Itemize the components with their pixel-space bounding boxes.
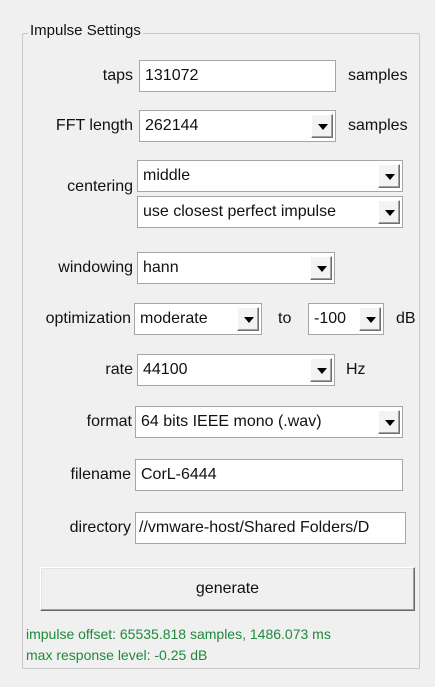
format-select[interactable]: 64 bits IEEE mono (.wav)	[135, 406, 403, 438]
rate-value: 44100	[143, 361, 188, 378]
optimization-label: optimization	[45, 310, 131, 327]
chevron-down-icon[interactable]	[378, 200, 400, 224]
optimization-value: moderate	[140, 310, 208, 327]
fft-length-label: FFT length	[55, 117, 133, 134]
chevron-down-icon[interactable]	[310, 256, 332, 280]
optimization-to-label: to	[278, 310, 292, 327]
centering-label: centering	[67, 178, 133, 195]
centering-value: middle	[143, 167, 191, 184]
chevron-down-icon[interactable]	[359, 307, 381, 331]
rate-select[interactable]: 44100	[137, 354, 335, 386]
impulse-settings-panel: Impulse Settings taps 131072 samples FFT…	[0, 0, 435, 687]
group-title: Impulse Settings	[28, 21, 143, 41]
format-label: format	[86, 413, 132, 430]
optimization-select[interactable]: moderate	[134, 303, 262, 335]
centering-select[interactable]: middle	[137, 160, 403, 192]
chevron-down-icon[interactable]	[378, 410, 400, 434]
optimization-threshold-value: -100	[314, 310, 347, 327]
directory-label: directory	[69, 519, 131, 536]
windowing-select[interactable]: hann	[137, 252, 335, 284]
taps-input[interactable]: 131072	[139, 60, 336, 92]
max-response-level-status: max response level: -0.25 dB	[26, 647, 208, 663]
windowing-label: windowing	[58, 259, 133, 276]
rate-unit: Hz	[346, 361, 366, 378]
fft-length-unit: samples	[348, 117, 408, 134]
optimization-threshold-select[interactable]: -100	[308, 303, 384, 335]
rate-label: rate	[105, 361, 133, 378]
optimization-unit: dB	[396, 310, 416, 327]
format-value: 64 bits IEEE mono (.wav)	[141, 413, 322, 430]
centering-mode-value: use closest perfect impulse	[143, 203, 336, 220]
windowing-value: hann	[143, 259, 179, 276]
impulse-offset-status: impulse offset: 65535.818 samples, 1486.…	[26, 626, 331, 642]
chevron-down-icon[interactable]	[311, 114, 333, 138]
fft-length-select[interactable]: 262144	[139, 110, 336, 142]
filename-label: filename	[70, 466, 131, 483]
chevron-down-icon[interactable]	[310, 358, 332, 382]
chevron-down-icon[interactable]	[237, 307, 259, 331]
generate-button[interactable]: generate	[40, 567, 415, 611]
directory-input[interactable]: //vmware-host/Shared Folders/D	[135, 512, 406, 544]
taps-label: taps	[102, 67, 133, 84]
centering-mode-select[interactable]: use closest perfect impulse	[137, 196, 403, 228]
chevron-down-icon[interactable]	[378, 164, 400, 188]
taps-unit: samples	[348, 67, 408, 84]
filename-input[interactable]: CorL-6444	[135, 459, 403, 491]
fft-length-value: 262144	[145, 117, 199, 134]
